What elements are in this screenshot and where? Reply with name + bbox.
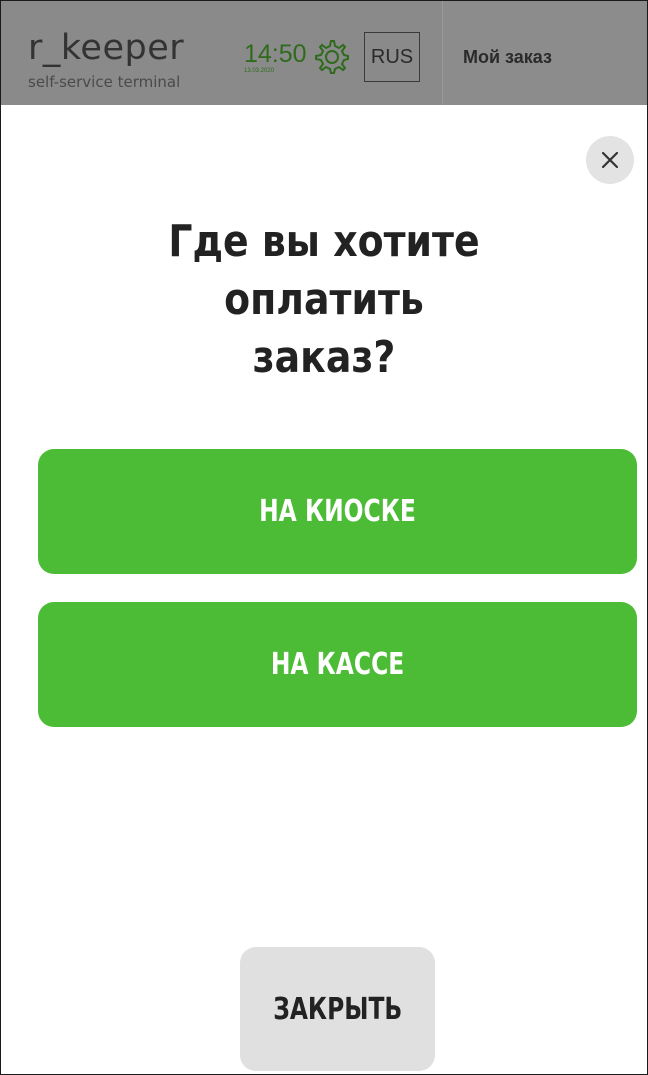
gear-icon[interactable] (314, 39, 350, 75)
brand-subtitle: self-service terminal (28, 73, 181, 91)
order-title: Мой заказ (463, 47, 552, 67)
pay-at-kiosk-label: НА КИОСКЕ (259, 494, 416, 529)
order-panel: Мой заказ (442, 1, 647, 105)
payment-location-dialog: Где вы хотите оплатить заказ? НА КИОСКЕ … (1, 105, 647, 1074)
brand-logo: r_keeper (28, 28, 185, 68)
pay-at-kiosk-button[interactable]: НА КИОСКЕ (38, 449, 637, 574)
clock-date: 13.03.2020 (244, 68, 275, 74)
pay-at-cashier-label: НА КАССЕ (270, 647, 405, 682)
clock-time: 14:50 (244, 40, 307, 68)
dialog-title-line-2: заказ? (252, 332, 396, 383)
close-button-label: ЗАКРЫТЬ (272, 991, 403, 1027)
dialog-title: Где вы хотите оплатить заказ? (63, 213, 584, 387)
kiosk-screen: r_keeper self-service terminal 14:50 13.… (0, 0, 648, 1075)
pay-at-cashier-button[interactable]: НА КАССЕ (38, 602, 637, 727)
close-icon[interactable] (586, 136, 634, 184)
dialog-title-line-1: Где вы хотите оплатить (168, 216, 480, 325)
header-bar: r_keeper self-service terminal 14:50 13.… (1, 1, 647, 105)
language-button[interactable]: RUS (364, 32, 420, 82)
close-button[interactable]: ЗАКРЫТЬ (240, 947, 435, 1071)
